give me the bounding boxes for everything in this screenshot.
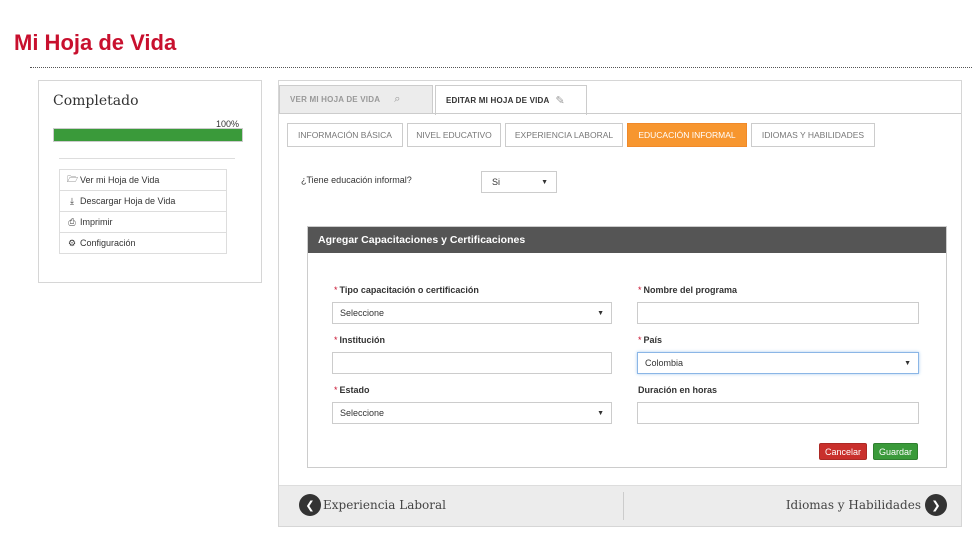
next-section-button[interactable]: Idiomas y Habilidades ❯ xyxy=(786,494,947,516)
menu-item-imprimir[interactable]: ⎙ Imprimir xyxy=(59,211,227,233)
tab-ver-hoja[interactable]: VER MI HOJA DE VIDA ⌕ xyxy=(279,85,433,113)
caret-down-icon: ▼ xyxy=(597,409,604,417)
label-text: País xyxy=(643,335,663,345)
label-text: Estado xyxy=(339,385,370,395)
label-text: Institución xyxy=(339,335,386,345)
search-document-icon: ⌕ xyxy=(394,93,401,105)
label-text: Tipo capacitación o certificación xyxy=(339,285,479,295)
duracion-label: Duración en horas xyxy=(638,385,717,395)
menu-item-descargar[interactable]: ⤓ Descargar Hoja de Vida xyxy=(59,190,227,212)
save-button[interactable]: Guardar xyxy=(873,443,919,460)
pais-label: * País xyxy=(638,335,662,345)
tab-nivel-educativo[interactable]: NIVEL EDUCATIVO xyxy=(407,123,501,147)
completion-heading: Completado xyxy=(53,93,139,109)
select-value: Seleccione xyxy=(340,408,385,418)
caret-down-icon: ▼ xyxy=(541,178,548,186)
tab-label: EDITAR MI HOJA DE VIDA xyxy=(446,96,550,105)
select-value: Colombia xyxy=(645,358,684,368)
estado-label: * Estado xyxy=(334,385,370,395)
menu-item-label: Imprimir xyxy=(80,217,113,227)
required-mark: * xyxy=(334,335,338,345)
sidebar-divider xyxy=(59,158,235,159)
menu-item-label: Descargar Hoja de Vida xyxy=(80,196,176,206)
title-divider xyxy=(30,67,972,68)
required-mark: * xyxy=(334,385,338,395)
tab-editar-hoja[interactable]: EDITAR MI HOJA DE VIDA ✎ xyxy=(435,85,587,115)
folder-open-icon: 🗁 xyxy=(67,174,79,184)
section-navigation: ❮ Experiencia Laboral Idiomas y Habilida… xyxy=(279,485,961,526)
prev-section-button[interactable]: ❮ Experiencia Laboral xyxy=(299,494,446,516)
cancel-button[interactable]: Cancelar xyxy=(819,443,868,460)
sidebar-menu: 🗁 Ver mi Hoja de Vida ⤓ Descargar Hoja d… xyxy=(59,169,227,254)
section-tabs: INFORMACIÓN BÁSICA NIVEL EDUCATIVO EXPER… xyxy=(287,123,879,147)
label-text: Duración en horas xyxy=(638,385,718,395)
tabs-divider xyxy=(279,113,961,114)
institucion-input[interactable] xyxy=(332,352,612,374)
caret-down-icon: ▼ xyxy=(597,309,604,317)
progress-bar-fill xyxy=(54,129,242,141)
informal-education-select[interactable]: Si ▼ xyxy=(481,171,557,193)
gear-icon: ⚙ xyxy=(67,237,77,248)
add-training-form: Agregar Capacitaciones y Certificaciones… xyxy=(307,226,947,468)
page-title: Mi Hoja de Vida xyxy=(14,30,177,55)
main-tabs: VER MI HOJA DE VIDA ⌕ EDITAR MI HOJA DE … xyxy=(279,85,589,115)
required-mark: * xyxy=(334,285,338,295)
tab-informacion-basica[interactable]: INFORMACIÓN BÁSICA xyxy=(287,123,403,147)
estado-select[interactable]: Seleccione ▼ xyxy=(332,402,612,424)
required-mark: * xyxy=(638,335,642,345)
pais-select[interactable]: Colombia ▼ xyxy=(637,352,919,374)
tipo-label: * Tipo capacitación o certificación xyxy=(334,285,479,295)
required-mark: * xyxy=(638,285,642,295)
caret-down-icon: ▼ xyxy=(904,359,911,367)
edit-icon: ✎ xyxy=(555,95,565,107)
menu-item-label: Configuración xyxy=(80,238,136,248)
progress-bar xyxy=(53,128,243,142)
chevron-left-circle-icon: ❮ xyxy=(299,494,321,516)
menu-item-label: Ver mi Hoja de Vida xyxy=(80,175,160,185)
duracion-input[interactable] xyxy=(637,402,919,424)
tipo-select[interactable]: Seleccione ▼ xyxy=(332,302,612,324)
informal-education-question: ¿Tiene educación informal? xyxy=(301,175,412,185)
menu-item-configuracion[interactable]: ⚙ Configuración xyxy=(59,232,227,254)
nombre-input[interactable] xyxy=(637,302,919,324)
print-icon: ⎙ xyxy=(68,216,76,227)
select-value: Si xyxy=(492,177,501,187)
tab-experiencia-laboral[interactable]: EXPERIENCIA LABORAL xyxy=(505,123,623,147)
nav-divider xyxy=(623,492,624,520)
completion-panel: Completado 100% 🗁 Ver mi Hoja de Vida ⤓ … xyxy=(38,80,262,283)
main-panel: VER MI HOJA DE VIDA ⌕ EDITAR MI HOJA DE … xyxy=(278,80,962,527)
form-heading: Agregar Capacitaciones y Certificaciones xyxy=(308,227,946,253)
tab-idiomas-habilidades[interactable]: IDIOMAS Y HABILIDADES xyxy=(751,123,875,147)
institucion-label: * Institución xyxy=(334,335,385,345)
nombre-label: * Nombre del programa xyxy=(638,285,737,295)
label-text: Nombre del programa xyxy=(643,285,738,295)
next-section-label: Idiomas y Habilidades xyxy=(785,498,921,512)
chevron-right-circle-icon: ❯ xyxy=(925,494,947,516)
select-value: Seleccione xyxy=(340,308,385,318)
tab-educacion-informal[interactable]: EDUCACIÓN INFORMAL xyxy=(627,123,747,147)
download-icon: ⤓ xyxy=(70,195,74,206)
menu-item-ver-hoja[interactable]: 🗁 Ver mi Hoja de Vida xyxy=(59,169,227,191)
prev-section-label: Experiencia Laboral xyxy=(323,498,446,512)
tab-label: VER MI HOJA DE VIDA xyxy=(290,95,381,104)
